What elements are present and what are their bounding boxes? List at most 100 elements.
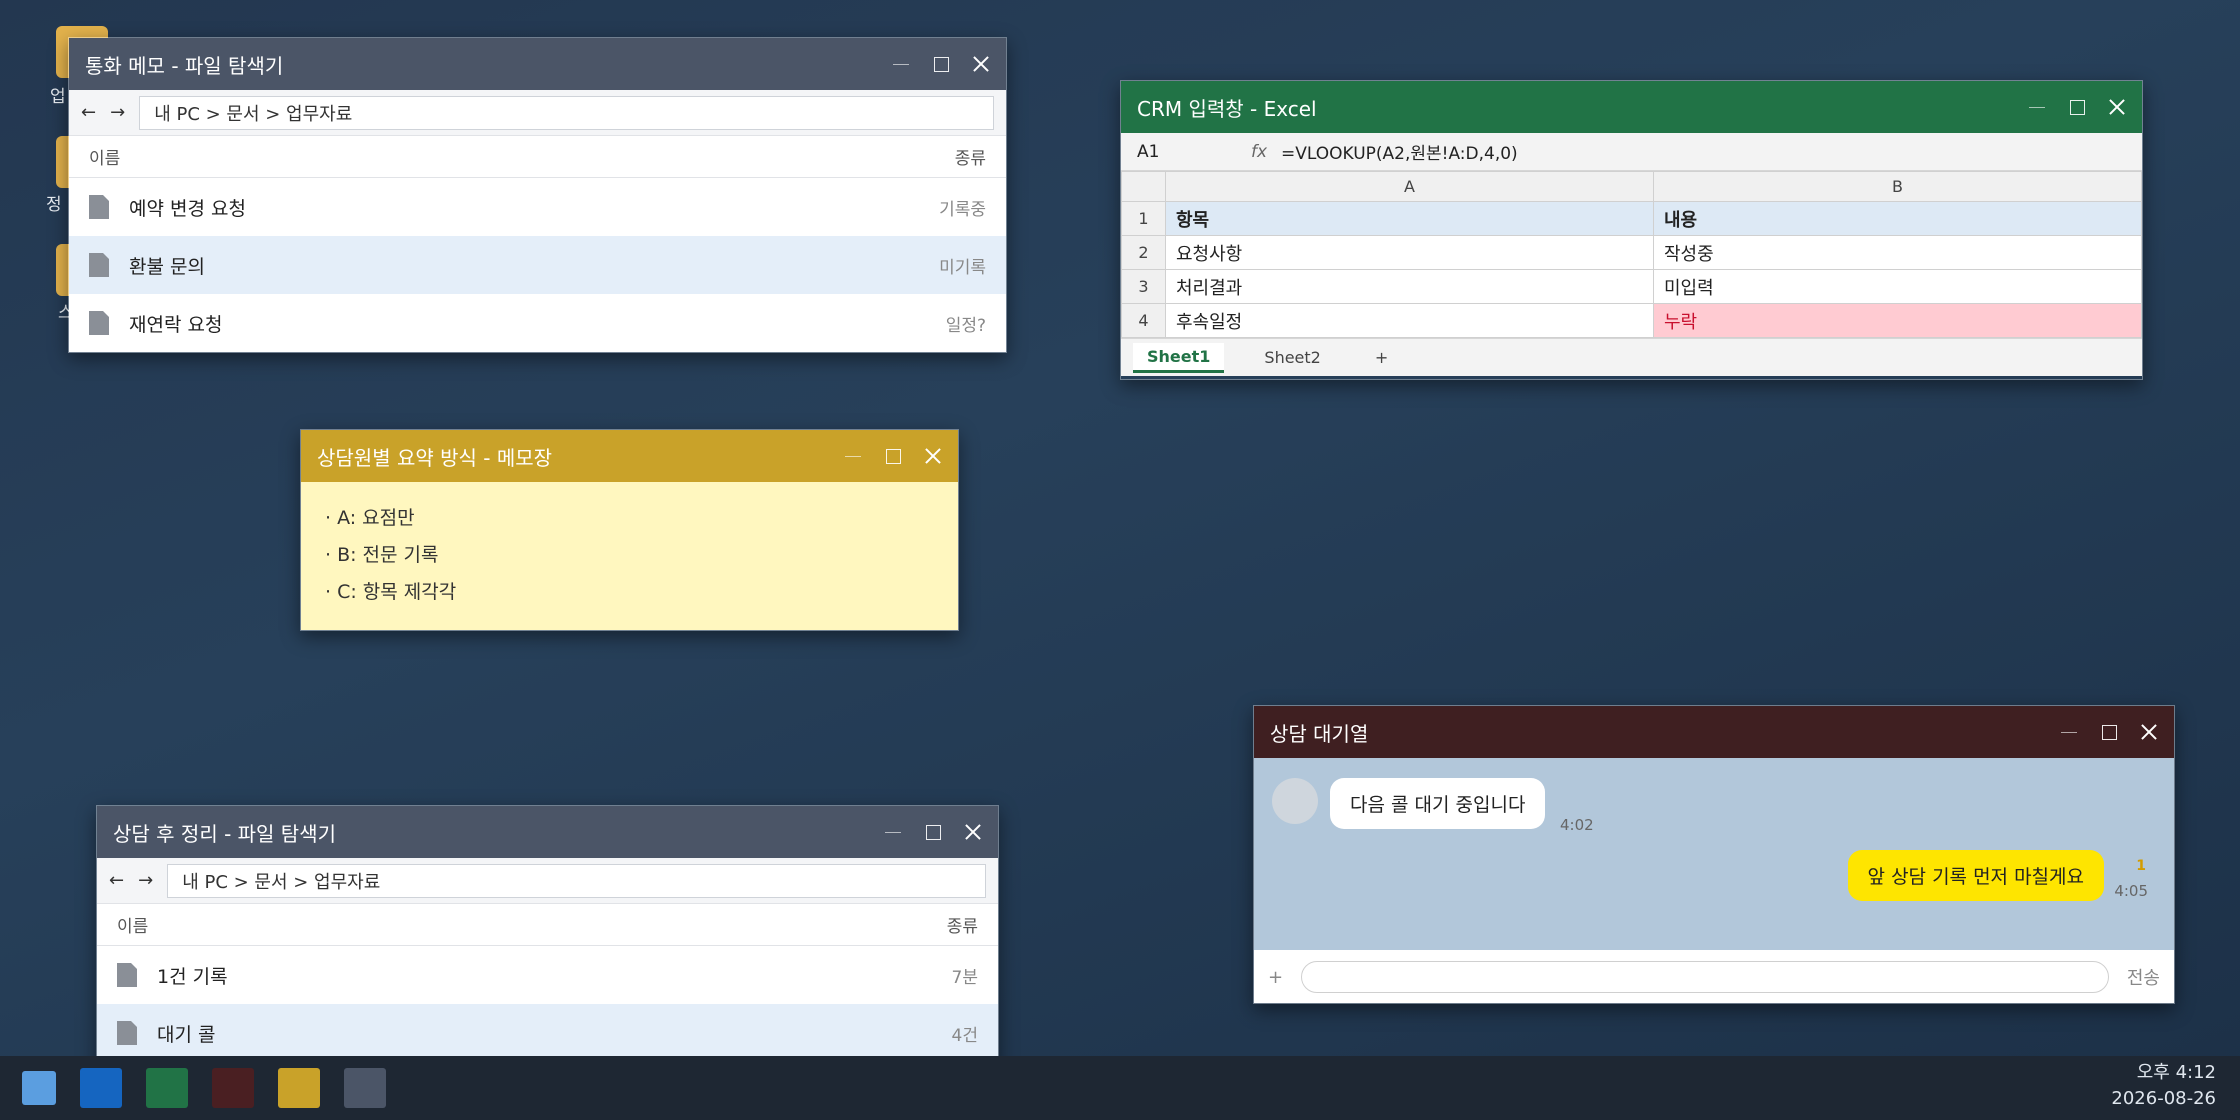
cell[interactable]: 후속일정 bbox=[1165, 303, 1654, 338]
column-header-a[interactable]: A bbox=[1165, 171, 1654, 202]
close-button[interactable] bbox=[924, 447, 942, 465]
row-header[interactable]: 3 bbox=[1121, 269, 1166, 304]
address-path: 내 PC > 문서 > 업무자료 bbox=[182, 871, 381, 893]
title-bar[interactable]: 상담원별 요약 방식 - 메모장 bbox=[301, 430, 958, 482]
message-input[interactable] bbox=[1301, 961, 2109, 993]
attach-plus-button[interactable]: + bbox=[1268, 967, 1283, 988]
formula-bar[interactable]: =VLOOKUP(A2,원본!A:D,4,0) bbox=[1281, 139, 1518, 164]
taskbar-app-excel[interactable] bbox=[146, 1068, 188, 1108]
file-name: 1건 기록 bbox=[157, 965, 228, 988]
clock-date: 2026-08-26 bbox=[2111, 1088, 2216, 1109]
file-row[interactable]: 1건 기록 7분 bbox=[97, 946, 998, 1004]
file-type: 4건 bbox=[951, 1025, 978, 1046]
maximize-button[interactable] bbox=[932, 55, 950, 73]
column-header-b[interactable]: B bbox=[1653, 171, 2142, 202]
close-button[interactable] bbox=[2108, 98, 2126, 116]
cell-missing[interactable]: 누락 bbox=[1653, 303, 2142, 338]
close-button[interactable] bbox=[2140, 723, 2158, 741]
maximize-button[interactable] bbox=[924, 823, 942, 841]
minimize-button[interactable] bbox=[2028, 98, 2046, 116]
row-header[interactable]: 1 bbox=[1121, 201, 1166, 236]
taskbar-app-memo[interactable] bbox=[278, 1068, 320, 1108]
close-button[interactable] bbox=[964, 823, 982, 841]
taskbar-app-explorer2[interactable] bbox=[344, 1068, 386, 1108]
window-title: 통화 메모 - 파일 탐색기 bbox=[85, 53, 284, 78]
window-title: 상담원별 요약 방식 - 메모장 bbox=[317, 445, 553, 470]
add-sheet-button[interactable]: + bbox=[1361, 344, 1402, 371]
file-row[interactable]: 예약 변경 요청 기록중 bbox=[69, 178, 1006, 236]
name-box[interactable]: A1 bbox=[1121, 142, 1251, 162]
sheet-tab-sheet1[interactable]: Sheet1 bbox=[1133, 342, 1225, 373]
title-bar[interactable]: CRM 입력창 - Excel bbox=[1121, 81, 2142, 133]
outgoing-message: 앞 상담 기록 먼저 마칠게요 bbox=[1847, 850, 2104, 901]
taskbar: 오후 4:12 2026-08-26 bbox=[0, 1056, 2240, 1120]
cell[interactable]: 작성중 bbox=[1653, 235, 2142, 270]
cell[interactable]: 요청사항 bbox=[1165, 235, 1654, 270]
address-path: 내 PC > 문서 > 업무자료 bbox=[154, 103, 353, 125]
title-bar[interactable]: 통화 메모 - 파일 탐색기 bbox=[69, 38, 1006, 90]
file-row[interactable]: 재연락 요청 일정? bbox=[69, 294, 1006, 352]
file-type: 7분 bbox=[951, 967, 978, 988]
minimize-button[interactable] bbox=[884, 823, 902, 841]
file-name: 예약 변경 요청 bbox=[129, 197, 246, 220]
memo-line: · C: 항목 제각각 bbox=[325, 581, 457, 603]
forward-button[interactable]: → bbox=[110, 102, 125, 123]
avatar[interactable] bbox=[1272, 778, 1318, 824]
cell[interactable]: 처리결과 bbox=[1165, 269, 1654, 304]
row-header[interactable]: 2 bbox=[1121, 235, 1166, 270]
maximize-button[interactable] bbox=[2100, 723, 2118, 741]
file-type: 미기록 bbox=[939, 257, 986, 278]
column-header-name[interactable]: 이름 bbox=[89, 144, 120, 169]
document-icon bbox=[89, 311, 109, 335]
memo-line: · B: 전문 기록 bbox=[325, 544, 439, 566]
message-area: 다음 콜 대기 중입니다 4:02 앞 상담 기록 먼저 마칠게요 1 4:05 bbox=[1254, 758, 2174, 950]
cell[interactable]: 항목 bbox=[1165, 201, 1654, 236]
document-icon bbox=[117, 1021, 137, 1045]
file-type: 기록중 bbox=[939, 199, 986, 220]
minimize-button[interactable] bbox=[2060, 723, 2078, 741]
taskbar-app-explorer[interactable] bbox=[80, 1068, 122, 1108]
window-title: CRM 입력창 - Excel bbox=[1137, 96, 1317, 121]
system-clock[interactable]: 오후 4:12 2026-08-26 bbox=[2111, 1060, 2216, 1112]
address-bar[interactable]: 내 PC > 문서 > 업무자료 bbox=[139, 95, 994, 130]
title-bar[interactable]: 상담 후 정리 - 파일 탐색기 bbox=[97, 806, 998, 858]
document-icon bbox=[89, 195, 109, 219]
column-header-type[interactable]: 종류 bbox=[947, 912, 978, 937]
document-icon bbox=[89, 253, 109, 277]
explorer-window-post-call: 상담 후 정리 - 파일 탐색기 ← → 내 PC > 문서 > 업무자료 이름… bbox=[96, 805, 999, 1085]
corner-cell[interactable] bbox=[1121, 171, 1166, 202]
row-header[interactable]: 4 bbox=[1121, 303, 1166, 338]
close-button[interactable] bbox=[972, 55, 990, 73]
forward-button[interactable]: → bbox=[138, 870, 153, 891]
spreadsheet-grid: A B 1 항목 내용 2 요청사항 작성중 3 처리결과 미입력 4 후속일정 bbox=[1121, 171, 2142, 338]
back-button[interactable]: ← bbox=[109, 870, 124, 891]
unread-count: 1 bbox=[2136, 858, 2146, 874]
notepad-window: 상담원별 요약 방식 - 메모장 · A: 요점만 · B: 전문 기록 · C… bbox=[300, 429, 959, 631]
message-time: 4:02 bbox=[1560, 816, 1594, 834]
memo-text-area[interactable]: · A: 요점만 · B: 전문 기록 · C: 항목 제각각 bbox=[301, 482, 958, 630]
maximize-button[interactable] bbox=[884, 447, 902, 465]
minimize-button[interactable] bbox=[844, 447, 862, 465]
title-bar[interactable]: 상담 대기열 bbox=[1254, 706, 2174, 758]
desktop-icon-label: 정 bbox=[46, 195, 62, 215]
cell[interactable]: 미입력 bbox=[1653, 269, 2142, 304]
minimize-button[interactable] bbox=[892, 55, 910, 73]
address-bar[interactable]: 내 PC > 문서 > 업무자료 bbox=[167, 863, 986, 898]
desktop-icon-label: 업 bbox=[50, 87, 66, 107]
window-title: 상담 후 정리 - 파일 탐색기 bbox=[113, 821, 337, 846]
column-header-name[interactable]: 이름 bbox=[117, 912, 148, 937]
cell[interactable]: 내용 bbox=[1653, 201, 2142, 236]
file-row-selected[interactable]: 환불 문의 미기록 bbox=[69, 236, 1006, 294]
start-button[interactable] bbox=[22, 1071, 56, 1105]
send-button[interactable]: 전송 bbox=[2127, 964, 2160, 990]
document-icon bbox=[117, 963, 137, 987]
back-button[interactable]: ← bbox=[81, 102, 96, 123]
sheet-tab-sheet2[interactable]: Sheet2 bbox=[1250, 344, 1334, 371]
excel-window: CRM 입력창 - Excel A1 fx =VLOOKUP(A2,원본!A:D… bbox=[1120, 80, 2143, 380]
file-name: 재연락 요청 bbox=[129, 313, 223, 336]
function-icon[interactable]: fx bbox=[1251, 142, 1281, 162]
maximize-button[interactable] bbox=[2068, 98, 2086, 116]
taskbar-app-chat[interactable] bbox=[212, 1068, 254, 1108]
column-header-type[interactable]: 종류 bbox=[955, 144, 986, 169]
file-row-selected[interactable]: 대기 콜 4건 bbox=[97, 1004, 998, 1062]
